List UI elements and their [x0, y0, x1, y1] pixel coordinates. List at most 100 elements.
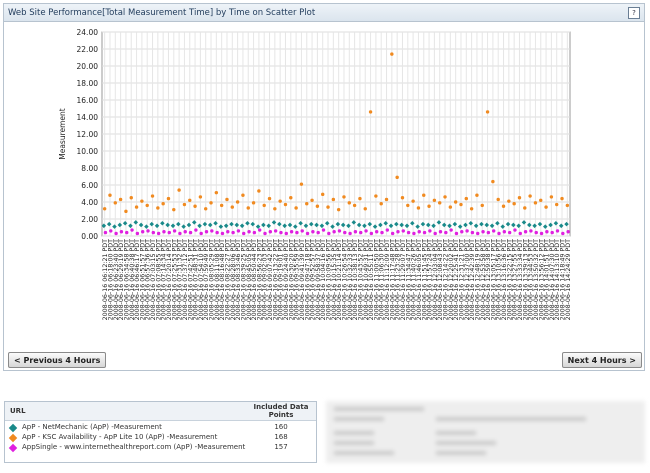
data-point [380, 230, 384, 235]
data-point [183, 230, 187, 234]
data-point [119, 230, 124, 234]
y-tick-label: 16.00 [77, 96, 99, 105]
legend-row: ApP - KSC Availability - ApP Lite 10 (Ap… [5, 431, 316, 443]
data-point [219, 203, 224, 208]
data-point [438, 230, 443, 234]
data-point [268, 230, 273, 234]
data-point [310, 198, 314, 202]
data-point [226, 230, 230, 234]
legend-row: AppSingle - www.internethealthreport.com… [5, 441, 316, 453]
data-point [241, 193, 245, 197]
y-axis-label: Measurement [58, 108, 67, 160]
data-point [267, 196, 272, 201]
data-point [464, 196, 468, 201]
data-point [343, 230, 347, 235]
data-point [523, 230, 528, 234]
help-icon[interactable]: ? [628, 6, 640, 19]
data-point [167, 230, 171, 235]
data-point [188, 198, 192, 202]
y-tick-label: 4.00 [81, 198, 98, 207]
data-point [459, 202, 463, 207]
data-point [438, 201, 442, 205]
data-point [454, 231, 459, 236]
data-point [481, 230, 485, 234]
data-point [513, 228, 517, 232]
data-point [294, 206, 298, 210]
data-point [198, 195, 203, 199]
data-point [507, 230, 512, 235]
y-tick-label: 2.00 [81, 215, 98, 224]
data-point [480, 203, 484, 208]
data-point [210, 229, 214, 233]
data-point [565, 203, 570, 208]
y-tick-label: 22.00 [77, 45, 99, 54]
data-point [358, 196, 362, 201]
data-point [279, 230, 283, 235]
y-tick-label: 24.00 [77, 28, 99, 37]
data-point [374, 194, 378, 198]
data-point [214, 190, 219, 195]
data-point [491, 179, 495, 184]
data-point [231, 230, 235, 235]
data-point [156, 206, 160, 210]
data-point [396, 230, 400, 234]
legend-point-count: 168 [274, 433, 288, 441]
data-point [384, 197, 389, 202]
previous-4-hours-button[interactable]: < Previous 4 Hours [8, 352, 107, 368]
data-point [400, 196, 405, 200]
data-point [469, 207, 474, 211]
data-point [273, 229, 278, 233]
data-point [130, 228, 134, 232]
data-point [331, 197, 336, 202]
legend-url-header: URL [10, 407, 26, 415]
next-4-hours-button[interactable]: Next 4 Hours > [561, 352, 642, 368]
legend-table: URL Included Data Points ApP - NetMechan… [4, 401, 317, 463]
legend-point-count: 157 [274, 443, 288, 451]
data-point [497, 231, 501, 236]
data-point [374, 230, 379, 234]
data-point [395, 175, 399, 180]
data-point [113, 201, 117, 205]
data-point [295, 230, 299, 235]
data-point [406, 230, 411, 235]
data-point [353, 230, 358, 234]
data-point [161, 202, 165, 206]
data-point [166, 196, 171, 201]
data-point [401, 229, 405, 233]
data-point [444, 230, 448, 235]
data-point [273, 207, 277, 211]
data-point [422, 230, 427, 235]
data-point [257, 189, 261, 193]
data-point [332, 230, 336, 234]
data-point [561, 231, 565, 236]
data-point [156, 231, 161, 236]
legend-series-name: AppSingle - www.internethealthreport.com… [22, 443, 246, 451]
data-point [327, 231, 331, 236]
data-point [114, 231, 118, 236]
data-point [103, 230, 108, 235]
data-point [305, 202, 309, 206]
data-point [247, 230, 251, 234]
data-point [342, 195, 346, 199]
data-point [300, 229, 304, 233]
blurred-panel [326, 401, 645, 463]
data-point [193, 204, 197, 208]
data-point [194, 228, 198, 232]
data-point [352, 203, 357, 208]
data-point [470, 230, 475, 235]
data-point [299, 182, 304, 186]
data-point [379, 202, 383, 206]
data-point [433, 231, 437, 236]
data-point [251, 201, 256, 205]
data-point [465, 229, 469, 233]
data-point [337, 229, 342, 233]
data-point [230, 205, 234, 209]
data-point [151, 230, 156, 235]
data-point [209, 201, 213, 205]
data-point [321, 228, 326, 232]
data-point [411, 199, 415, 203]
data-point [368, 110, 373, 114]
data-point [289, 196, 293, 200]
data-point [177, 188, 181, 192]
data-point [523, 206, 527, 210]
